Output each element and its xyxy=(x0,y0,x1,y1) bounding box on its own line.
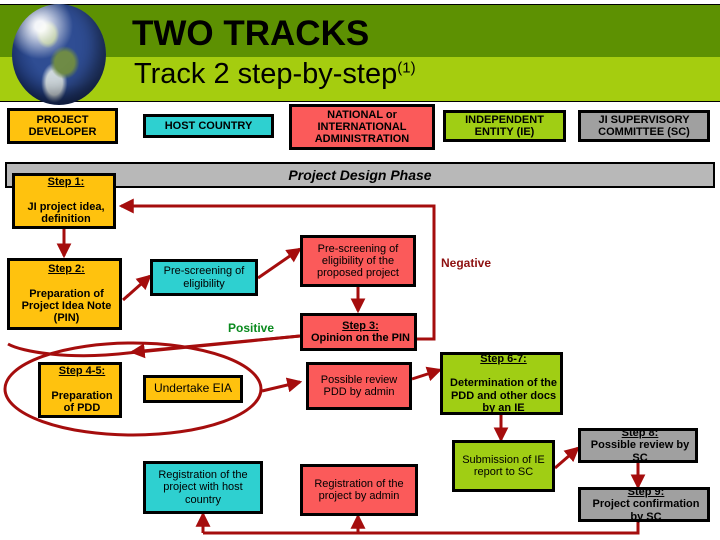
column-header-ji-supervisory-committee[interactable]: JI SUPERVISORY COMMITTEE (SC) xyxy=(578,110,710,142)
node-step-4-5[interactable]: Step 4-5: Preparation of PDD xyxy=(38,362,122,418)
edge-review-pdd-to-step67 xyxy=(411,366,443,382)
column-header-label: PROJECT DEVELOPER xyxy=(28,113,97,138)
node-heading: Step 6-7: xyxy=(480,352,527,365)
node-text: Step 9: Project confirmation by SC xyxy=(581,486,707,523)
slide-canvas: TWO TRACKS Track 2 step-by-step(1) PROJE… xyxy=(0,0,720,540)
page-subtitle: Track 2 step-by-step(1) xyxy=(134,58,416,91)
node-heading: Step 4-5: xyxy=(58,365,106,378)
page-title: TWO TRACKS xyxy=(132,14,370,53)
node-body: JI project idea, definition xyxy=(27,201,105,226)
node-heading: Step 8: xyxy=(621,427,659,440)
node-body: Project confirmation by SC xyxy=(592,498,700,523)
node-body: Registration of the project with host co… xyxy=(158,469,248,506)
node-body: Pre-screening of eligibility of the prop… xyxy=(317,242,399,280)
phase-bar-label: Project Design Phase xyxy=(288,167,432,183)
node-body: Pre-screening of eligibility xyxy=(163,265,245,290)
node-step-6-7[interactable]: Step 6-7: Determination of the PDD and ot… xyxy=(440,352,563,415)
node-step-2[interactable]: Step 2: Preparation of Project Idea Note … xyxy=(7,258,122,330)
node-heading: Step 1: xyxy=(47,176,85,189)
node-heading: Step 9: xyxy=(627,486,665,499)
column-header-national-international-administration[interactable]: NATIONAL or INTERNATIONAL ADMINISTRATION xyxy=(289,104,435,150)
node-pre-screening-of-proposed-project[interactable]: Pre-screening of eligibility of the prop… xyxy=(300,235,416,287)
node-body: Determination of the PDD and other docs … xyxy=(450,377,557,414)
node-step-9[interactable]: Step 9: Project confirmation by SC xyxy=(578,486,710,523)
node-text: Step 6-7: Determination of the PDD and ot… xyxy=(443,353,560,415)
node-text: Step 8: Possible review by SC xyxy=(581,427,695,464)
node-body: Opinion on the PIN xyxy=(311,332,410,344)
edge-positive-step3-to-pdd xyxy=(7,334,301,358)
edge-pdd-to-review-pdd xyxy=(261,377,303,393)
node-step-8[interactable]: Step 8: Possible review by SC xyxy=(578,427,698,464)
node-text: Step 4-5: Preparation of PDD xyxy=(41,365,119,414)
edge-positive-arrowhead xyxy=(129,334,301,359)
node-body: Registration of the project by admin xyxy=(314,477,404,502)
node-body: Preparation of Project Idea Note (PIN) xyxy=(21,287,112,325)
node-heading: Step 3: xyxy=(342,319,379,332)
column-header-independent-entity[interactable]: INDEPENDENT ENTITY (IE) xyxy=(443,110,566,142)
node-body: Undertake EIA xyxy=(153,381,233,396)
node-submission-of-ie-report[interactable]: Submission of IE report to SC xyxy=(452,440,555,492)
column-header-label: NATIONAL or INTERNATIONAL ADMINISTRATION xyxy=(314,108,410,146)
page-subtitle-superscript: (1) xyxy=(397,59,416,77)
node-text: Step 2: Preparation of Project Idea Note … xyxy=(10,263,119,325)
node-body: Submission of IE report to SC xyxy=(462,453,545,478)
node-registration-by-admin[interactable]: Registration of the project by admin xyxy=(300,464,418,516)
edge-label-negative: Negative xyxy=(441,256,492,270)
node-body: Possible review PDD by admin xyxy=(320,373,398,398)
edge-prescreening-to-admin-prescreening xyxy=(257,247,302,280)
edge-step2-to-prescreening xyxy=(122,274,152,302)
node-body: Possible review by SC xyxy=(590,439,690,464)
node-possible-review-pdd-by-admin[interactable]: Possible review PDD by admin xyxy=(306,362,412,410)
column-header-project-developer[interactable]: PROJECT DEVELOPER xyxy=(7,108,118,144)
node-pre-screening-of-eligibility[interactable]: Pre-screening of eligibility xyxy=(150,259,258,296)
node-text: Step 3: Opinion on the PIN xyxy=(303,320,414,345)
node-step-3[interactable]: Step 3: Opinion on the PIN xyxy=(300,313,417,351)
node-text: Step 1: JI project idea, definition xyxy=(15,176,113,225)
node-heading: Step 2: xyxy=(48,263,85,276)
edge-submission-to-step8 xyxy=(554,446,580,470)
node-body: Preparation of PDD xyxy=(51,390,113,415)
column-header-label: INDEPENDENT ENTITY (IE) xyxy=(465,113,544,138)
edge-label-positive: Positive xyxy=(228,321,275,335)
edge-step9-to-bottom-bus xyxy=(203,522,640,535)
node-undertake-eia[interactable]: Undertake EIA xyxy=(143,375,243,403)
node-registration-with-host-country[interactable]: Registration of the project with host co… xyxy=(143,461,263,514)
earth-globe-icon xyxy=(12,4,106,105)
node-step-1[interactable]: Step 1: JI project idea, definition xyxy=(12,173,116,229)
column-header-host-country[interactable]: HOST COUNTRY xyxy=(143,114,274,138)
column-header-label: JI SUPERVISORY COMMITTEE (SC) xyxy=(598,113,690,138)
page-subtitle-text: Track 2 step-by-step xyxy=(134,58,398,90)
column-header-label: HOST COUNTRY xyxy=(164,119,253,132)
